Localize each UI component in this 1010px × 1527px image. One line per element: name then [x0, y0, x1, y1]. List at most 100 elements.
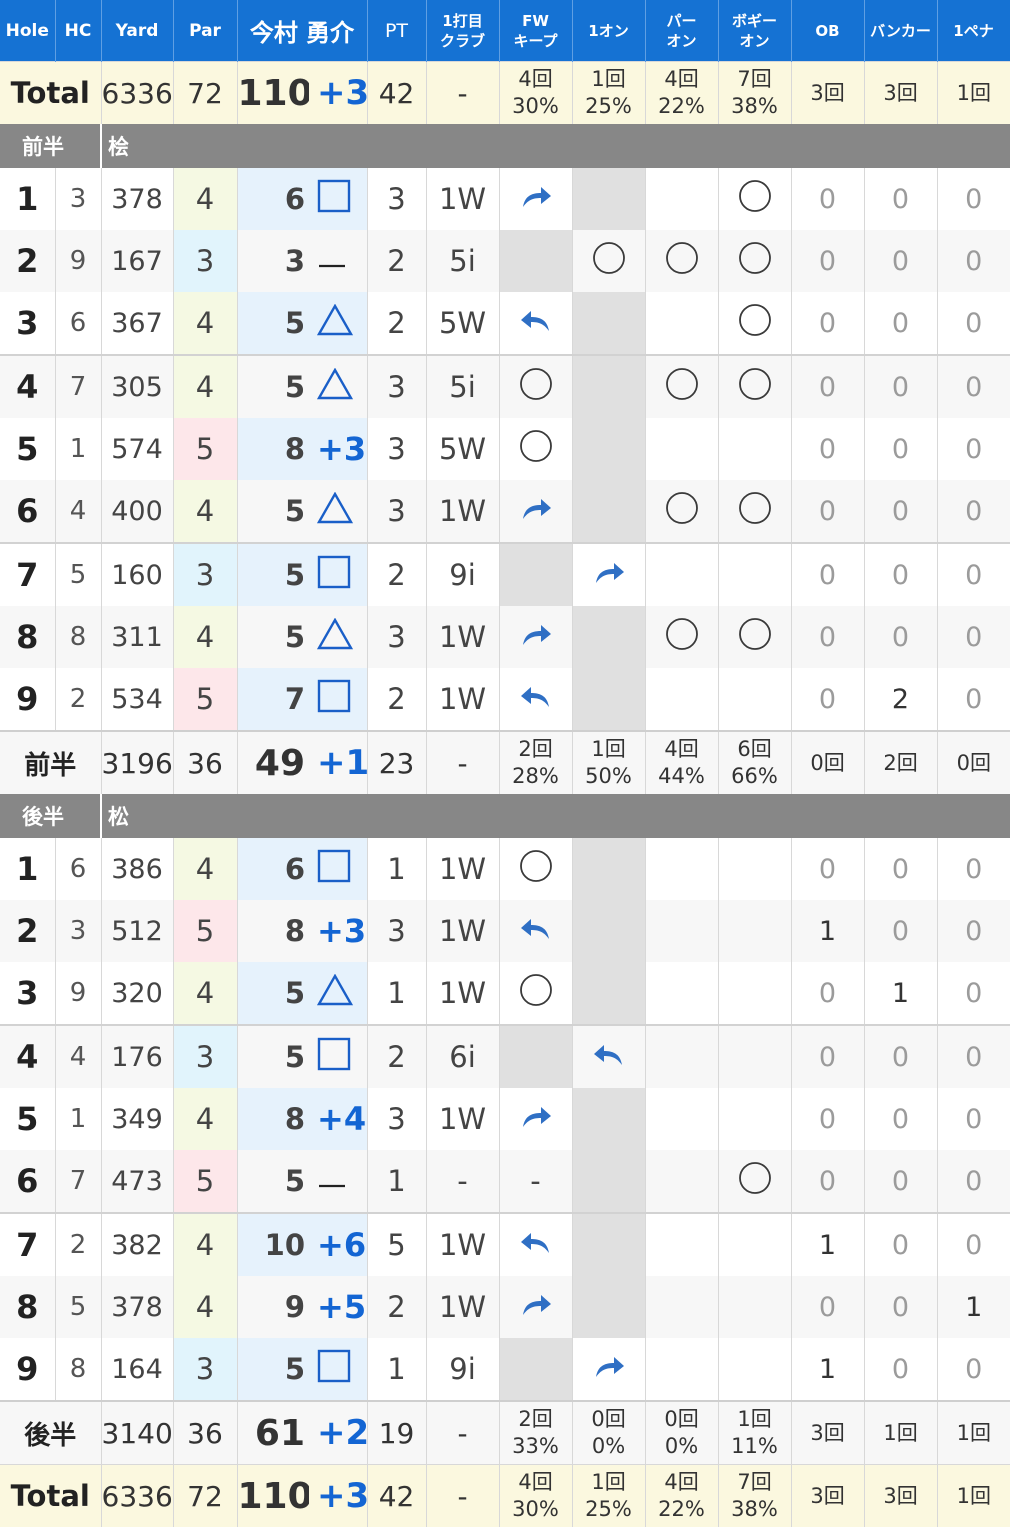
score-mark: [309, 668, 367, 731]
bogey-on-cell: [718, 168, 791, 230]
fw-keep-cell: [499, 543, 572, 606]
col-hole: Hole: [0, 0, 55, 62]
par-on-cell: [645, 480, 718, 543]
bunker-stat: 1回: [864, 1401, 937, 1465]
hole-penalty: 0: [937, 480, 1010, 543]
hole-row: 2 3 512 5 8 +3 3 1W 1 0 0: [0, 900, 1010, 962]
fw-keep-cell: [499, 1088, 572, 1150]
score-mark: +5: [309, 1276, 367, 1338]
one-on-cell: [572, 1213, 645, 1276]
hole-ob: 0: [791, 668, 864, 731]
hole-club: 1W: [426, 606, 499, 668]
hole-club: 5W: [426, 418, 499, 480]
hole-number: 3: [0, 292, 55, 355]
col-yard: Yard: [101, 0, 173, 62]
par-on-cell: [645, 838, 718, 900]
par-on-stat: 4回22%: [645, 1465, 718, 1527]
hole-number: 9: [0, 668, 55, 731]
arrow-left-icon: [592, 1040, 626, 1074]
bogey-on-cell: [718, 962, 791, 1025]
hole-club: 5W: [426, 292, 499, 355]
arrow-right-icon: [519, 494, 553, 528]
hole-number: 8: [0, 1276, 55, 1338]
bogey-square-icon: [317, 562, 351, 596]
hole-pt: 5: [367, 1213, 426, 1276]
hole-score: 6: [237, 168, 309, 230]
hole-pt: 3: [367, 900, 426, 962]
hole-yard: 160: [101, 543, 173, 606]
course-name: 桧: [101, 124, 1010, 168]
col-hc: HC: [55, 0, 101, 62]
header-row: Hole HC Yard Par 今村 勇介 PT 1打目クラブ FWキープ 1…: [0, 0, 1010, 62]
hole-score: 5: [237, 962, 309, 1025]
one-on-cell: [572, 355, 645, 418]
hole-par: 4: [173, 292, 237, 355]
arrow-right-icon: [519, 1290, 553, 1324]
hole-number: 4: [0, 1025, 55, 1088]
hole-hc: 1: [55, 418, 101, 480]
bogey-square-icon: [317, 1356, 351, 1390]
hole-row: 2 9 167 3 3 2 5i 0 0 0: [0, 230, 1010, 292]
pt-total: 23: [367, 731, 426, 794]
ob-stat: 3回: [791, 1465, 864, 1527]
hole-row: 4 7 305 4 5 3 5i 0 0 0: [0, 355, 1010, 418]
circle-icon: [737, 625, 773, 659]
hole-hc: 5: [55, 1276, 101, 1338]
hole-score: 5: [237, 355, 309, 418]
hole-penalty: 0: [937, 1088, 1010, 1150]
score-diff: +38: [309, 62, 367, 125]
ob-stat: 0回: [791, 731, 864, 794]
par-dash-icon: [317, 1164, 347, 1198]
one-on-cell: [572, 668, 645, 731]
par-on-cell: [645, 355, 718, 418]
hole-hc: 5: [55, 543, 101, 606]
hole-number: 3: [0, 962, 55, 1025]
hole-par: 4: [173, 962, 237, 1025]
hole-yard: 378: [101, 168, 173, 230]
score-mark: [309, 355, 367, 418]
hole-penalty: 0: [937, 168, 1010, 230]
col-penalty: 1ペナ: [937, 0, 1010, 62]
par-on-cell: [645, 668, 718, 731]
arrow-left-icon: [519, 682, 553, 716]
hole-number: 2: [0, 900, 55, 962]
bogey-on-cell: [718, 1338, 791, 1401]
score-mark: +4: [309, 1088, 367, 1150]
hole-club: 9i: [426, 543, 499, 606]
hole-score: 8: [237, 1088, 309, 1150]
score-mark: [309, 1025, 367, 1088]
col-player-name: 今村 勇介: [237, 0, 367, 62]
one-on-cell: [572, 1276, 645, 1338]
section-label: 後半: [0, 794, 101, 838]
hole-number: 2: [0, 230, 55, 292]
hole-club: 5i: [426, 355, 499, 418]
hole-score: 5: [237, 480, 309, 543]
hole-club: 5i: [426, 230, 499, 292]
par-total: 72: [173, 62, 237, 125]
hole-club: -: [426, 1150, 499, 1213]
bunker-stat: 3回: [864, 62, 937, 125]
bogey-on-cell: [718, 230, 791, 292]
par-on-cell: [645, 606, 718, 668]
hole-bunker: 0: [864, 838, 937, 900]
hole-pt: 2: [367, 230, 426, 292]
hole-par: 5: [173, 668, 237, 731]
bogey-on-cell: [718, 900, 791, 962]
hole-ob: 1: [791, 900, 864, 962]
hole-number: 8: [0, 606, 55, 668]
fw-keep-cell: [499, 668, 572, 731]
fw-stat: 4回30%: [499, 62, 572, 125]
hole-pt: 2: [367, 668, 426, 731]
hole-row: 5 1 349 4 8 +4 3 1W 0 0 0: [0, 1088, 1010, 1150]
score-diff: +38: [309, 1465, 367, 1527]
hole-club: 1W: [426, 168, 499, 230]
one-on-cell: [572, 606, 645, 668]
hole-bunker: 0: [864, 1088, 937, 1150]
hole-row: 1 3 378 4 6 3 1W 0 0 0: [0, 168, 1010, 230]
hole-score: 8: [237, 900, 309, 962]
bogey-on-cell: [718, 1213, 791, 1276]
hole-penalty: 1: [937, 1276, 1010, 1338]
hole-penalty: 0: [937, 543, 1010, 606]
par-on-cell: [645, 230, 718, 292]
score-total: 61: [237, 1401, 309, 1465]
